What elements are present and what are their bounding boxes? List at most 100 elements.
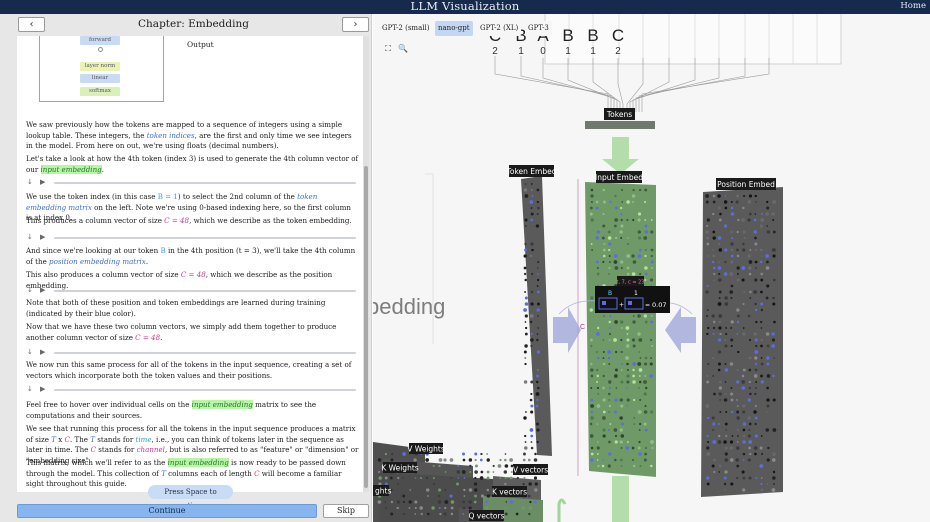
play-icon[interactable]: ▶ bbox=[40, 233, 45, 241]
matrix-cell bbox=[631, 194, 636, 198]
matrix-cell bbox=[523, 350, 527, 354]
matrix-cell bbox=[760, 338, 764, 342]
matrix-cell bbox=[724, 248, 728, 252]
matrix-cell bbox=[742, 368, 746, 372]
fit-view-icon[interactable]: ⛶ bbox=[381, 42, 395, 55]
matrix-cell bbox=[736, 308, 740, 312]
matrix-cell bbox=[718, 290, 722, 294]
matrix-cell bbox=[730, 230, 733, 234]
matrix-cell bbox=[608, 386, 612, 390]
matrix-cell bbox=[529, 200, 534, 204]
matrix-cell bbox=[742, 410, 746, 414]
matrix-cell bbox=[621, 189, 624, 191]
matrix-cell bbox=[626, 200, 630, 204]
step-progress-track[interactable] bbox=[54, 389, 356, 391]
matrix-cell bbox=[426, 477, 428, 479]
step-progress-track[interactable] bbox=[54, 237, 356, 239]
next-chapter-button[interactable]: › bbox=[342, 17, 369, 32]
matrix-cell bbox=[615, 387, 618, 389]
rewind-icon[interactable]: ↓ bbox=[27, 233, 33, 241]
matrix-cell bbox=[528, 482, 532, 486]
matrix-cell bbox=[754, 260, 758, 264]
3d-scene[interactable]: C2B1A0B1B1C2 Tokens bedding Token Embed … bbox=[373, 14, 930, 522]
matrix-cell bbox=[524, 290, 527, 294]
press-space-hint[interactable]: Press Space to continue bbox=[148, 485, 233, 510]
continue-button[interactable]: Continue bbox=[17, 504, 317, 518]
matrix-cell bbox=[705, 194, 709, 198]
skip-button[interactable]: Skip bbox=[323, 504, 369, 518]
rewind-icon[interactable]: ↓ bbox=[27, 178, 33, 186]
matrix-cell bbox=[589, 212, 593, 216]
play-icon[interactable]: ▶ bbox=[40, 348, 45, 356]
matrix-cell bbox=[754, 362, 758, 366]
matrix-cell bbox=[390, 458, 394, 462]
step-player: ↓ ▶ bbox=[26, 348, 356, 358]
matrix-cell bbox=[397, 476, 400, 480]
matrix-cell bbox=[535, 404, 539, 408]
matrix-cell bbox=[474, 488, 478, 492]
model-tab-gpt3[interactable]: GPT-3 bbox=[525, 21, 552, 36]
matrix-cell bbox=[760, 380, 764, 384]
matrix-cell bbox=[742, 440, 746, 444]
matrix-cell bbox=[753, 290, 757, 294]
matrix-cell bbox=[729, 440, 734, 444]
matrix-cell bbox=[620, 224, 624, 228]
play-icon[interactable]: ▶ bbox=[40, 286, 45, 294]
scrollbar-thumb[interactable] bbox=[364, 166, 368, 488]
play-icon[interactable]: ▶ bbox=[40, 178, 45, 186]
matrix-cell bbox=[717, 266, 722, 270]
play-icon[interactable]: ▶ bbox=[40, 385, 45, 393]
matrix-cell bbox=[766, 404, 770, 408]
matrix-cell bbox=[730, 392, 734, 396]
matrix-cell bbox=[492, 471, 495, 473]
diagram-add-node bbox=[98, 47, 103, 52]
matrix-cell bbox=[638, 452, 642, 456]
diagram-box-layer-norm: layer norm bbox=[80, 62, 120, 71]
step-progress-track[interactable] bbox=[54, 352, 356, 354]
chapter-content: forward layer norm linear softmax Output… bbox=[17, 36, 367, 492]
matrix-cell bbox=[759, 224, 763, 228]
matrix-cell bbox=[724, 452, 728, 456]
matrix-cell bbox=[486, 488, 490, 492]
matrix-cell bbox=[608, 273, 611, 275]
matrix-cell bbox=[609, 314, 612, 318]
model-tab-nano-gpt[interactable]: nano-gpt bbox=[435, 21, 473, 36]
model-tab-gpt2-small[interactable]: GPT-2 (small) bbox=[379, 21, 432, 36]
matrix-cell bbox=[620, 206, 623, 210]
input-embedding-link[interactable]: input embedding bbox=[167, 458, 229, 467]
matrix-cell bbox=[614, 374, 618, 378]
matrix-cell bbox=[761, 453, 764, 455]
rewind-icon[interactable]: ↓ bbox=[27, 286, 33, 294]
rewind-icon[interactable]: ↓ bbox=[27, 385, 33, 393]
matrix-cell bbox=[743, 194, 746, 198]
rewind-icon[interactable]: ↓ bbox=[27, 348, 33, 356]
matrix-cell bbox=[626, 369, 629, 371]
matrix-cell bbox=[620, 404, 624, 408]
input-embedding-link[interactable]: input embedding bbox=[191, 400, 253, 409]
matrix-cell bbox=[706, 332, 709, 336]
matrix-cell bbox=[504, 458, 507, 462]
home-link[interactable]: Home bbox=[900, 1, 926, 11]
visualization-canvas[interactable]: C2B1A0B1B1C2 Tokens bedding Token Embed … bbox=[373, 14, 930, 522]
matrix-cell bbox=[497, 464, 502, 468]
matrix-cell bbox=[608, 363, 611, 365]
matrix-cell bbox=[773, 320, 776, 324]
tokens-bar[interactable] bbox=[585, 121, 655, 129]
position-embed-matrix[interactable] bbox=[701, 187, 783, 497]
matrix-cell bbox=[608, 261, 611, 263]
search-icon[interactable]: 🔍 bbox=[396, 42, 410, 55]
matrix-cell bbox=[747, 314, 751, 318]
matrix-cell bbox=[706, 308, 709, 312]
matrix-cell bbox=[773, 357, 776, 359]
step-progress-track[interactable] bbox=[54, 182, 356, 184]
plus-icon: + bbox=[619, 302, 624, 309]
matrix-cell bbox=[620, 447, 623, 449]
matrix-cell bbox=[644, 386, 648, 390]
paragraph: Now that we have these two column vector… bbox=[26, 322, 337, 342]
step-progress-track[interactable] bbox=[54, 290, 356, 292]
input-embedding-link[interactable]: input embedding bbox=[40, 164, 102, 174]
matrix-cell bbox=[730, 201, 733, 203]
matrix-cell bbox=[523, 416, 527, 420]
model-tab-gpt2-xl[interactable]: GPT-2 (XL) bbox=[477, 21, 522, 36]
matrix-cell bbox=[463, 488, 466, 492]
